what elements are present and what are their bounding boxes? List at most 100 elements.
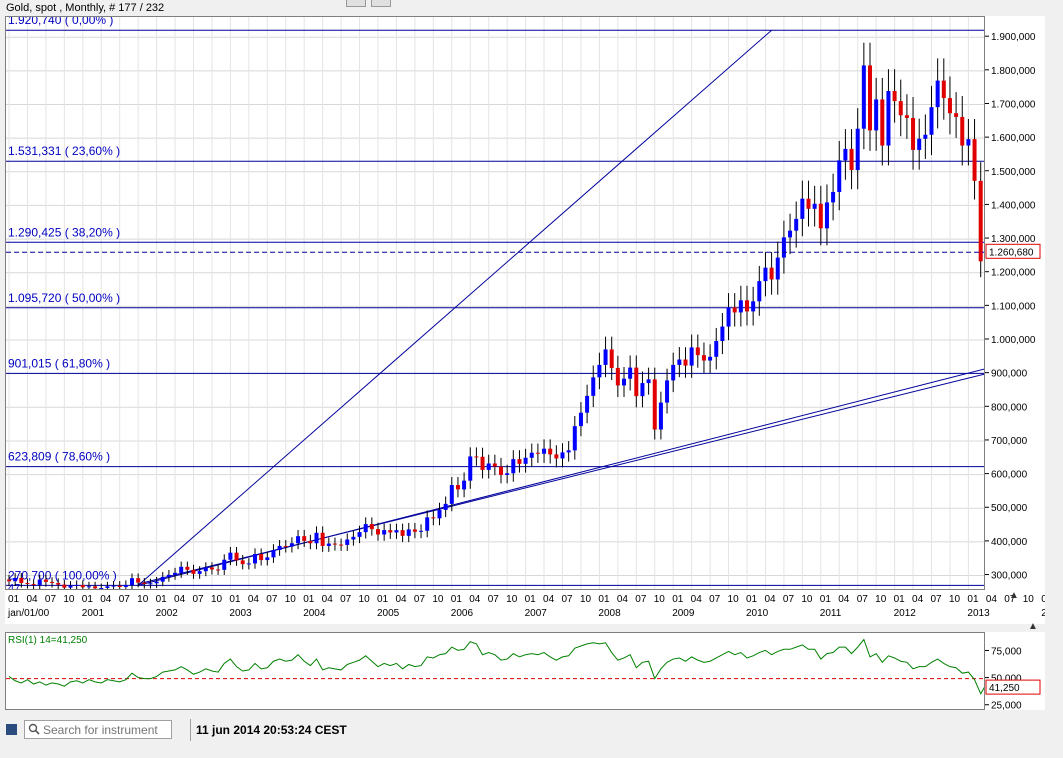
month-label: 07 — [931, 594, 943, 605]
year-label: 2004 — [303, 608, 326, 619]
candle-body — [43, 579, 48, 582]
candle-body — [271, 549, 276, 558]
candle-body — [917, 138, 922, 150]
candle-body — [283, 545, 288, 547]
candle-body — [886, 91, 891, 146]
candle-body — [535, 452, 540, 454]
month-label: 10 — [654, 594, 666, 605]
month-label: 07 — [635, 594, 647, 605]
candle-body — [732, 307, 737, 313]
month-label: 10 — [137, 594, 149, 605]
candle-body — [517, 459, 522, 464]
candle-body — [443, 503, 448, 510]
candle-body — [425, 517, 430, 531]
candle-body — [160, 576, 165, 582]
search-icon — [28, 723, 40, 735]
candle-body — [603, 349, 608, 365]
candle-body — [868, 65, 872, 131]
candle-body — [837, 160, 842, 192]
candle-body — [259, 554, 264, 561]
month-label: 07 — [45, 594, 57, 605]
candle-body — [492, 463, 497, 467]
candle-body — [591, 377, 596, 396]
fib-label: 270,700 ( 100,00% ) — [8, 568, 117, 582]
candle-body — [658, 402, 663, 430]
year-label: 2014 — [1041, 608, 1045, 619]
year-label: 2009 — [672, 608, 695, 619]
search-input[interactable] — [43, 722, 169, 737]
year-label: 2012 — [894, 608, 917, 619]
candle-body — [56, 582, 61, 585]
rsi-axis[interactable]: 75,000 50,000 25,000 41,250 — [985, 632, 1045, 710]
candle-body — [726, 307, 731, 327]
candle-body — [179, 566, 184, 573]
candle-body — [874, 99, 879, 131]
month-label: 07 — [709, 594, 721, 605]
candle-body — [449, 485, 454, 504]
price-chart-panel[interactable]: 1.920,740 ( 0,00% ) 1.531,331 ( 23,60% ) 1… — [5, 16, 985, 590]
candle-body — [197, 571, 202, 574]
candle-body — [818, 203, 823, 229]
month-label: 01 — [525, 594, 537, 605]
month-label: 01 — [377, 594, 389, 605]
candle-body — [695, 347, 700, 356]
candle-body — [855, 128, 860, 171]
candle-body — [209, 567, 214, 570]
candle-body — [406, 529, 411, 536]
price-tick-label: 900,000 — [991, 369, 1028, 380]
fib-label: 623,809 ( 78,60% ) — [8, 450, 110, 464]
candle-body — [794, 218, 799, 231]
candle-body — [332, 543, 337, 545]
month-label: 01 — [598, 594, 610, 605]
month-label: 07 — [266, 594, 278, 605]
toolbar-button[interactable] — [346, 0, 366, 7]
candle-body — [954, 113, 959, 117]
candle-body — [708, 356, 713, 361]
rsi-tick-label: 75,000 — [991, 646, 1022, 657]
month-label: 04 — [248, 594, 260, 605]
candle-body — [80, 584, 85, 588]
toolbar-button[interactable] — [371, 0, 391, 7]
fib-label: 1.290,425 ( 38,20% ) — [8, 225, 120, 239]
price-tick-label: 300,000 — [991, 571, 1028, 582]
month-label: 01 — [8, 594, 20, 605]
candle-body — [757, 281, 762, 302]
candle-body — [326, 543, 331, 546]
month-label: 10 — [801, 594, 813, 605]
candle-body — [511, 459, 516, 474]
price-tick-label: 1.000,000 — [991, 335, 1036, 346]
year-label: 2006 — [451, 608, 474, 619]
scroll-up-icon[interactable]: ▲ — [1009, 591, 1021, 601]
timestamp: 11 jun 2014 20:53:24 CEST — [196, 723, 347, 737]
year-label: 2005 — [377, 608, 400, 619]
fib-label: 1.920,740 ( 0,00% ) — [8, 17, 113, 27]
candle-body — [775, 257, 780, 280]
month-label: 04 — [986, 594, 998, 605]
candle-body — [50, 581, 55, 583]
panel-toggle-icon[interactable] — [6, 724, 17, 735]
rsi-tick-label: 25,000 — [991, 701, 1022, 710]
price-axis[interactable]: 300,000 400,000 500,000 600,000 700,000 800,0… — [985, 16, 1045, 590]
candle-body — [751, 301, 756, 312]
candle-body — [222, 559, 227, 570]
rsi-panel[interactable]: RSI(1) 14=41,250 — [5, 632, 985, 710]
time-axis[interactable]: 01 04 07 10 jan/01/00 01 04 07 10 2001 01 04 07 10 200… — [5, 590, 1045, 624]
rsi-title: RSI(1) 14=41,250 — [8, 635, 88, 646]
candle-body — [499, 466, 503, 475]
candle-body — [935, 80, 940, 108]
candle-body — [597, 364, 602, 378]
collapse-panel-icon[interactable]: ▲ — [1028, 622, 1040, 632]
divider — [190, 719, 191, 741]
candle-body — [941, 80, 946, 99]
candle-body — [437, 509, 442, 519]
instrument-search-box[interactable] — [24, 720, 172, 739]
candle-body — [228, 552, 233, 560]
candle-body — [388, 530, 393, 533]
candle-body — [480, 456, 485, 470]
month-label: 04 — [691, 594, 703, 605]
price-axis-svg: 300,000 400,000 500,000 600,000 700,000 800,0… — [985, 32, 1041, 582]
rsi-chart: RSI(1) 14=41,250 — [6, 635, 984, 695]
candle-body — [99, 587, 104, 589]
fib-label: 901,015 ( 61,80% ) — [8, 356, 110, 370]
candle-body — [93, 586, 98, 589]
